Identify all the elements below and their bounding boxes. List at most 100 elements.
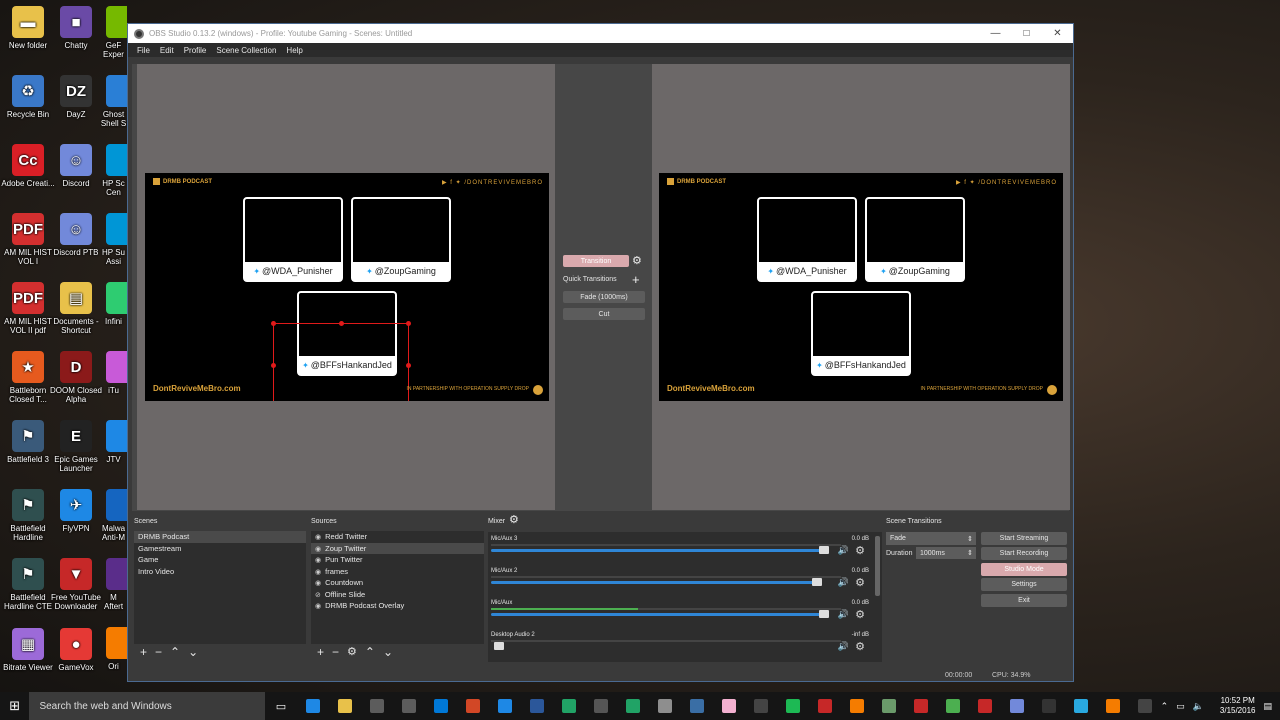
menu-help[interactable]: Help: [281, 46, 307, 55]
taskbar-app-icon[interactable]: [1065, 692, 1097, 720]
title-bar[interactable]: OBS Studio 0.13.2 (windows) - Profile: Y…: [128, 24, 1073, 43]
gear-icon[interactable]: ⚙: [632, 256, 642, 267]
volume-slider[interactable]: [491, 613, 823, 616]
taskbar-app-icon[interactable]: [617, 692, 649, 720]
remove-source-button[interactable]: −: [332, 646, 339, 658]
menu-profile[interactable]: Profile: [179, 46, 212, 55]
windows-start-icon[interactable]: ⊞: [0, 692, 29, 720]
desktop-icon[interactable]: D DOOM Closed Alpha: [48, 351, 104, 404]
taskbar-app-icon[interactable]: [841, 692, 873, 720]
desktop-icon[interactable]: ☺ Discord PTB: [48, 213, 104, 257]
taskbar-app-icon[interactable]: [905, 692, 937, 720]
resize-handle[interactable]: [406, 321, 411, 326]
desktop-icon[interactable]: ● GameVox: [48, 628, 104, 672]
gear-icon[interactable]: ⚙: [855, 608, 865, 621]
taskbar-app-icon[interactable]: [1001, 692, 1033, 720]
mixer-scrollbar[interactable]: [875, 536, 880, 596]
preview-canvas[interactable]: DRMB PODCAST ▶ f ✦ /DONTREVIVEMEBRO ✦ @WD…: [145, 173, 549, 401]
webcam-frame[interactable]: ✦ @WDA_Punisher: [243, 197, 343, 282]
eye-icon[interactable]: ◉: [315, 580, 321, 587]
source-properties-gear-icon[interactable]: ⚙: [347, 646, 357, 658]
transition-button[interactable]: Transition: [563, 255, 629, 267]
chevron-up-icon[interactable]: ⌃: [1161, 701, 1169, 712]
taskbar-search[interactable]: Search the web and Windows: [29, 692, 266, 720]
scene-item[interactable]: Intro Video: [134, 566, 306, 578]
resize-handle[interactable]: [339, 321, 344, 326]
maximize-button[interactable]: □: [1011, 28, 1042, 39]
source-item[interactable]: ◉ Pun Twitter: [311, 554, 484, 566]
taskbar-app-icon[interactable]: [1033, 692, 1065, 720]
desktop-icon[interactable]: Infini: [100, 282, 127, 326]
task-view-icon[interactable]: ▭: [265, 692, 296, 720]
eye-hidden-icon[interactable]: ⊘: [315, 592, 321, 599]
desktop-icon[interactable]: HP Sc Cen: [100, 144, 127, 197]
exit-button[interactable]: Exit: [981, 594, 1067, 607]
desktop-icon[interactable]: ✈ FlyVPN: [48, 489, 104, 533]
gear-icon[interactable]: ⚙: [855, 544, 865, 557]
webcam-frame[interactable]: ✦ @ZoupGaming: [351, 197, 451, 282]
desktop-icon[interactable]: Malwa Anti-M: [100, 489, 127, 542]
duration-input[interactable]: 1000ms ⇕: [916, 547, 976, 559]
taskbar-app-icon[interactable]: [745, 692, 777, 720]
close-button[interactable]: ✕: [1042, 28, 1073, 39]
notifications-icon[interactable]: ▤: [1263, 701, 1272, 712]
source-item[interactable]: ⊘ Offline Slide: [311, 589, 484, 601]
taskbar-app-icon[interactable]: [393, 692, 425, 720]
gear-icon[interactable]: ⚙: [855, 576, 865, 589]
taskbar-app-icon[interactable]: [553, 692, 585, 720]
taskbar-app-icon[interactable]: [489, 692, 521, 720]
resize-handle[interactable]: [271, 321, 276, 326]
desktop-icon[interactable]: GeF Exper: [100, 6, 127, 59]
taskbar-app-icon[interactable]: [937, 692, 969, 720]
menu-edit[interactable]: Edit: [155, 46, 179, 55]
taskbar-app-icon[interactable]: [457, 692, 489, 720]
source-item[interactable]: ◉ Redd Twitter: [311, 531, 484, 543]
add-scene-button[interactable]: +: [140, 646, 147, 658]
plus-icon[interactable]: +: [632, 273, 640, 286]
eye-icon[interactable]: ◉: [315, 546, 321, 553]
cut-quick-transition[interactable]: Cut: [563, 308, 645, 320]
source-item[interactable]: ◉ DRMB Podcast Overlay: [311, 600, 484, 612]
minimize-button[interactable]: —: [980, 28, 1011, 39]
taskbar-app-icon[interactable]: [585, 692, 617, 720]
speaker-icon[interactable]: 🔊: [838, 545, 849, 556]
eye-icon[interactable]: ◉: [315, 569, 321, 576]
desktop-icon[interactable]: M Aftert: [100, 558, 127, 611]
move-down-icon[interactable]: ⌄: [383, 646, 393, 658]
start-streaming-button[interactable]: Start Streaming: [981, 532, 1067, 545]
selection-box[interactable]: [271, 321, 411, 401]
taskbar-app-icon[interactable]: [1097, 692, 1129, 720]
move-down-icon[interactable]: ⌄: [188, 646, 198, 658]
volume-slider-handle[interactable]: [818, 546, 829, 554]
desktop-icon[interactable]: ▼ Free YouTube Downloader: [48, 558, 104, 611]
taskbar-app-icon[interactable]: [681, 692, 713, 720]
desktop-icon[interactable]: Ghost Shell S: [100, 75, 127, 128]
taskbar-app-icon[interactable]: [873, 692, 905, 720]
taskbar-clock[interactable]: 10:52 PM 3/15/2016: [1212, 696, 1264, 716]
sources-list[interactable]: ◉ Redd Twitter ◉ Zoup Twitter ◉ Pun Twitter ◉ f…: [311, 531, 484, 644]
preview-panel[interactable]: DRMB PODCAST ▶ f ✦ /DONTREVIVEMEBRO ✦ @WD…: [137, 64, 555, 510]
eye-icon[interactable]: ◉: [315, 534, 321, 541]
desktop-icon[interactable]: JTV: [100, 420, 127, 464]
taskbar-app-icon[interactable]: [297, 692, 329, 720]
speaker-icon[interactable]: 🔊: [838, 641, 849, 652]
taskbar-app-icon[interactable]: [425, 692, 457, 720]
eye-icon[interactable]: ◉: [315, 603, 321, 610]
resize-handle[interactable]: [406, 363, 411, 368]
speaker-icon[interactable]: 🔊: [838, 577, 849, 588]
desktop-icon[interactable]: ▤ Documents - Shortcut: [48, 282, 104, 335]
volume-slider-handle[interactable]: [811, 578, 822, 586]
desktop-icon[interactable]: ■ Chatty: [48, 6, 104, 50]
volume-icon[interactable]: 🔈: [1193, 701, 1204, 712]
taskbar-app-icon[interactable]: [329, 692, 361, 720]
menu-scene-collection[interactable]: Scene Collection: [211, 46, 281, 55]
fade-quick-transition[interactable]: Fade (1000ms): [563, 291, 645, 303]
volume-slider[interactable]: [491, 581, 816, 584]
desktop-icon[interactable]: DZ DayZ: [48, 75, 104, 119]
source-item[interactable]: ◉ frames: [311, 566, 484, 578]
taskbar-app-icon[interactable]: [361, 692, 393, 720]
taskbar-app-icon[interactable]: [809, 692, 841, 720]
resize-handle[interactable]: [271, 363, 276, 368]
studio-mode-button[interactable]: Studio Mode: [981, 563, 1067, 576]
move-up-icon[interactable]: ⌃: [170, 646, 180, 658]
